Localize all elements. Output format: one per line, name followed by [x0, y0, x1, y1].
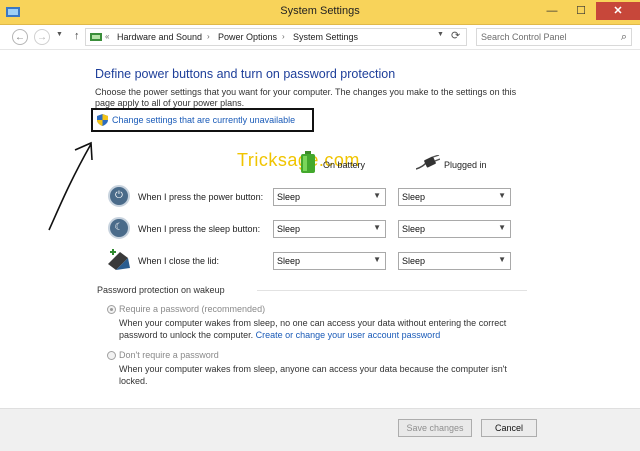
change-unavailable-settings-link[interactable]: Change settings that are currently unava… [112, 115, 295, 125]
create-password-link[interactable]: Create or change your user account passw… [256, 330, 441, 340]
close-lid-plugged-select[interactable]: Sleep ▼ [398, 252, 511, 270]
plugged-in-header: Plugged in [444, 160, 487, 170]
select-value: Sleep [277, 256, 301, 266]
power-button-plugged-select[interactable]: Sleep ▼ [398, 188, 511, 206]
forward-button[interactable]: → [34, 29, 50, 45]
sleep-button-battery-select[interactable]: Sleep ▼ [273, 220, 386, 238]
footer-bar [0, 408, 640, 451]
chevron-down-icon: ▼ [373, 191, 381, 200]
breadcrumb-overflow[interactable]: « [105, 32, 109, 41]
no-password-description: When your computer wakes from sleep, any… [119, 364, 507, 386]
chevron-down-icon: ▼ [373, 223, 381, 232]
battery-icon [301, 151, 315, 173]
sleep-button-plugged-select[interactable]: Sleep ▼ [398, 220, 511, 238]
recent-pages-dropdown-icon[interactable]: ▼ [56, 31, 63, 38]
search-box[interactable]: Search Control Panel ⌕ [476, 28, 632, 46]
laptop-lid-icon [108, 249, 130, 270]
page-heading: Define power buttons and turn on passwor… [95, 67, 396, 81]
chevron-down-icon: ▼ [498, 255, 506, 264]
no-password-radio[interactable] [107, 351, 116, 360]
chevron-down-icon: ▼ [373, 255, 381, 264]
maximize-button[interactable]: ☐ [567, 2, 595, 20]
power-button-label: When I press the power button: [138, 192, 264, 202]
breadcrumb-system-settings[interactable]: System Settings [293, 32, 358, 42]
require-password-radio[interactable] [107, 305, 116, 314]
uac-shield-icon [97, 114, 108, 126]
password-section-title: Password protection on wakeup [97, 285, 225, 295]
no-password-label[interactable]: Don't require a password [119, 350, 219, 360]
page-description: Choose the power settings that you want … [95, 87, 517, 108]
breadcrumb-separator: › [282, 32, 285, 41]
close-lid-battery-select[interactable]: Sleep ▼ [273, 252, 386, 270]
breadcrumb-power-options[interactable]: Power Options [218, 32, 277, 42]
sleep-button-label: When I press the sleep button: [138, 224, 261, 234]
chevron-down-icon: ▼ [498, 223, 506, 232]
save-changes-button[interactable]: Save changes [398, 419, 472, 437]
radio-selected-dot [110, 308, 113, 311]
section-divider [257, 290, 527, 291]
power-plug-icon [416, 155, 440, 170]
select-value: Sleep [402, 192, 426, 202]
up-button[interactable]: ↑ [74, 30, 80, 42]
refresh-icon[interactable]: ⟳ [451, 29, 460, 42]
close-lid-label: When I close the lid: [138, 256, 220, 266]
search-icon[interactable]: ⌕ [621, 31, 627, 44]
back-button[interactable]: ← [12, 29, 28, 45]
breadcrumb-separator: › [207, 32, 210, 41]
power-button-battery-select[interactable]: Sleep ▼ [273, 188, 386, 206]
power-icon: ⏻ [108, 185, 130, 207]
select-value: Sleep [277, 192, 301, 202]
breadcrumb-hardware-and-sound[interactable]: Hardware and Sound [117, 32, 202, 42]
chevron-down-icon: ▼ [498, 191, 506, 200]
search-input[interactable]: Search Control Panel [481, 32, 567, 42]
control-panel-small-icon [90, 33, 102, 41]
select-value: Sleep [277, 224, 301, 234]
cancel-button[interactable]: Cancel [481, 419, 537, 437]
select-value: Sleep [402, 256, 426, 266]
minimize-button[interactable]: — [538, 2, 566, 20]
require-password-description: When your computer wakes from sleep, no … [119, 317, 519, 341]
select-value: Sleep [402, 224, 426, 234]
on-battery-header: On battery [323, 160, 366, 170]
address-dropdown-icon[interactable]: ▼ [437, 31, 444, 38]
annotation-arrow [48, 141, 93, 231]
close-button[interactable]: ✕ [596, 2, 640, 20]
require-password-label[interactable]: Require a password (recommended) [119, 304, 265, 314]
sleep-icon: ☾ [108, 217, 130, 239]
